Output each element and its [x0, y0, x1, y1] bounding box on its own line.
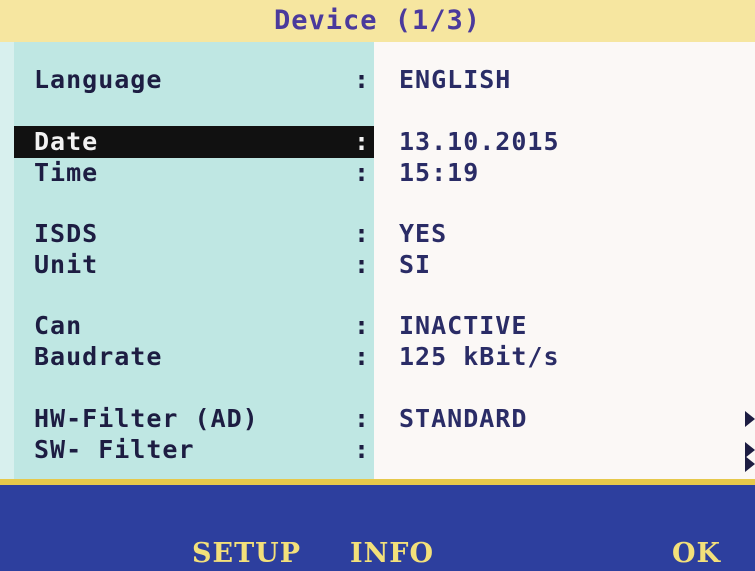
setting-value: INACTIVE — [399, 311, 528, 340]
screen-title: Device (1/3) — [0, 0, 755, 42]
setting-value: SI — [399, 250, 432, 279]
setting-row-can[interactable]: Can : INACTIVE — [14, 310, 755, 342]
chevron-right-icon[interactable] — [745, 456, 755, 472]
setup-button[interactable]: SETUP — [192, 537, 301, 571]
setting-label: Date — [34, 127, 99, 156]
setting-label: SW- Filter — [34, 435, 195, 464]
setting-value: 13.10.2015 — [399, 127, 560, 156]
setting-label: Baudrate — [34, 342, 163, 371]
separator: : — [354, 311, 370, 340]
ok-button[interactable]: OK — [672, 537, 721, 571]
setting-label: Language — [34, 65, 163, 94]
setting-value: 15:19 — [399, 158, 480, 187]
separator: : — [354, 404, 370, 433]
setting-label: ISDS — [34, 219, 99, 248]
setting-row-time[interactable]: Time : 15:19 — [14, 157, 755, 189]
device-settings-screen: Device (1/3) Language : ENGLISH Date : 1… — [0, 0, 755, 571]
setting-row-unit[interactable]: Unit : SI — [14, 249, 755, 281]
separator: : — [354, 342, 370, 371]
separator: : — [354, 435, 370, 464]
separator: : — [354, 158, 370, 187]
separator: : — [354, 127, 370, 156]
chevron-right-icon[interactable] — [745, 411, 755, 427]
setting-row-language[interactable]: Language : ENGLISH — [14, 64, 755, 96]
setting-row-sw-filter[interactable]: SW- Filter : — [14, 434, 755, 466]
setting-label: Time — [34, 158, 99, 187]
setting-value: STANDARD — [399, 404, 528, 433]
setting-label: HW-Filter (AD) — [34, 404, 259, 433]
setting-label: Can — [34, 311, 83, 340]
setting-value: YES — [399, 219, 448, 248]
setting-row-date[interactable]: Date : 13.10.2015 — [14, 126, 755, 158]
info-button[interactable]: INFO — [350, 537, 434, 571]
left-edge — [0, 42, 14, 479]
setting-value: ENGLISH — [399, 65, 512, 94]
setting-row-hw-filter[interactable]: HW-Filter (AD) : STANDARD — [14, 403, 755, 435]
setting-label: Unit — [34, 250, 99, 279]
setting-value: 125 kBit/s — [399, 342, 560, 371]
separator: : — [354, 65, 370, 94]
setting-row-baudrate[interactable]: Baudrate : 125 kBit/s — [14, 341, 755, 373]
setting-row-isds[interactable]: ISDS : YES — [14, 218, 755, 250]
separator: : — [354, 219, 370, 248]
separator: : — [354, 250, 370, 279]
